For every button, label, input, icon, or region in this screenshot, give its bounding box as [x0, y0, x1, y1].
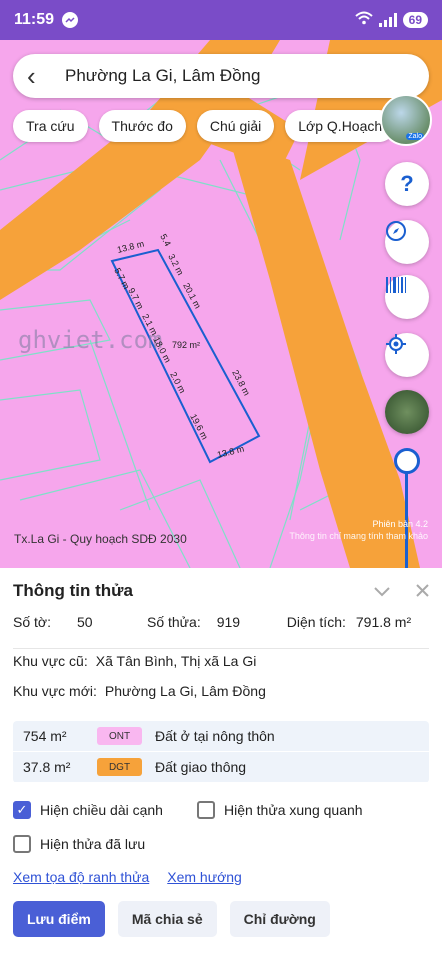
status-time: 11:59 — [14, 11, 55, 28]
so-to-label: Số tờ: — [13, 614, 51, 630]
dien-tich-value: 791.8 m² — [355, 614, 412, 630]
signal-icon — [378, 13, 397, 27]
satellite-layer-button[interactable] — [385, 390, 429, 434]
checkbox-box — [196, 801, 215, 819]
search-title: Phường La Gi, Lâm Đồng — [65, 66, 261, 85]
opacity-slider-knob[interactable] — [394, 448, 420, 474]
landuse-code-badge: DGT — [97, 758, 142, 776]
save-point-button[interactable]: Lưu điểm — [13, 901, 105, 937]
share-code-button[interactable]: Mã chia sẻ — [117, 901, 217, 937]
map-view[interactable]: ghviet.com 13.8 m 5.4 3.2 m 20.1 m 23.8 … — [0, 40, 442, 568]
version-info: Phiên bản 4.2 Thông tin chỉ mang tính th… — [289, 518, 428, 542]
close-icon[interactable] — [416, 581, 429, 602]
compass-icon — [386, 221, 406, 241]
landuse-area: 754 m² — [23, 728, 67, 744]
landuse-area: 37.8 m² — [23, 759, 71, 775]
panel-title: Thông tin thửa — [13, 581, 133, 600]
messenger-icon — [62, 12, 79, 28]
version-label: Phiên bản 4.2 — [372, 519, 428, 529]
wifi-icon — [354, 11, 373, 30]
landuse-desc: Đất ở tại nông thôn — [155, 728, 275, 744]
show-saved-checkbox[interactable]: Hiện thửa đã lưu — [13, 835, 145, 853]
barcode-icon — [386, 277, 406, 293]
map-watermark: ghviet.com — [18, 326, 163, 354]
divider — [13, 648, 429, 649]
dim-label: 13.8 m — [216, 444, 245, 460]
dim-label: 20.1 m — [181, 281, 203, 310]
compass-button[interactable] — [385, 220, 429, 264]
zalo-badge: Zalo — [406, 133, 424, 140]
kv-cu-value: Xã Tân Bình, Thị xã La Gi — [95, 653, 257, 669]
show-saved-label: Hiện thửa đã lưu — [40, 836, 146, 852]
selected-parcel[interactable] — [110, 248, 261, 464]
view-direction-link[interactable]: Xem hướng — [167, 869, 242, 885]
locate-button[interactable] — [385, 333, 429, 377]
area-label: 792 m² — [172, 340, 200, 350]
show-edges-checkbox[interactable]: ✓ Hiện chiều dài cạnh — [13, 801, 163, 819]
avatar[interactable]: Zalo — [380, 94, 432, 146]
parcel-info-panel: Thông tin thửa Số tờ: 50 Số thửa: 919 Di… — [0, 568, 442, 960]
so-thua-label: Số thửa: — [146, 614, 201, 630]
landuse-code-badge: ONT — [97, 727, 142, 745]
chip-chu-giai[interactable]: Chú giải — [196, 110, 275, 142]
show-edges-label: Hiện chiều dài cạnh — [40, 802, 163, 818]
checkmark-icon: ✓ — [13, 801, 31, 819]
kv-moi-value: Phường La Gi, Lâm Đồng — [104, 683, 266, 699]
chip-tra-cuu[interactable]: Tra cứu — [13, 110, 88, 142]
help-button[interactable]: ? — [385, 162, 429, 206]
barcode-button[interactable] — [385, 275, 429, 319]
opacity-slider-track[interactable] — [405, 460, 408, 568]
dim-label: 3.2 m — [166, 252, 185, 277]
directions-button[interactable]: Chỉ đường — [229, 901, 330, 937]
kv-moi-label: Khu vực mới: — [13, 683, 97, 699]
dim-label: 13.8 m — [116, 239, 145, 255]
landuse-table: 754 m² ONT Đất ở tại nông thôn 37.8 m² D… — [13, 721, 429, 783]
new-area-row: Khu vực mới: Phường La Gi, Lâm Đồng — [0, 683, 442, 713]
dim-label: 19.6 m — [188, 412, 210, 441]
search-bar[interactable]: ‹ Phường La Gi, Lâm Đồng — [13, 54, 429, 98]
dim-label: 5.4 — [158, 232, 173, 248]
parcel-id-row: Số tờ: 50 Số thửa: 919 Diện tích: 791.8 … — [0, 614, 442, 644]
so-to-value: 50 — [76, 614, 93, 630]
landuse-row: 754 m² ONT Đất ở tại nông thôn — [13, 721, 429, 752]
disclaimer-label: Thông tin chỉ mang tính tham khảo — [289, 531, 428, 541]
chip-row: Tra cứu Thước đo Chú giải Lớp Q.Hoạch — [13, 110, 396, 142]
back-arrow-icon[interactable]: ‹ — [27, 63, 57, 89]
kv-cu-label: Khu vực cũ: — [13, 653, 88, 669]
battery-badge: 69 — [402, 12, 428, 28]
chevron-down-icon[interactable] — [372, 581, 392, 602]
dim-label: 23.8 m — [230, 368, 252, 397]
status-bar: 11:59 69 — [0, 0, 442, 40]
help-icon: ? — [400, 171, 414, 196]
chip-lop-quy-hoach[interactable]: Lớp Q.Hoạch — [285, 110, 396, 142]
chip-thuoc-do[interactable]: Thước đo — [98, 110, 186, 142]
dim-label: 9.7 m — [126, 286, 145, 311]
landuse-desc: Đất giao thông — [155, 759, 247, 775]
checkbox-box — [13, 835, 31, 853]
layer-label: Tx.La Gi - Quy hoạch SDĐ 2030 — [14, 532, 187, 546]
show-surrounding-checkbox[interactable]: Hiện thửa xung quanh — [196, 801, 363, 819]
so-thua-value: 919 — [216, 614, 241, 630]
crosshair-icon — [386, 334, 406, 354]
old-area-row: Khu vực cũ: Xã Tân Bình, Thị xã La Gi — [0, 653, 442, 683]
landuse-row: 37.8 m² DGT Đất giao thông — [13, 752, 429, 783]
view-coordinates-link[interactable]: Xem tọa độ ranh thửa — [13, 869, 149, 885]
dim-label: 5.7 m — [112, 266, 131, 291]
show-surrounding-label: Hiện thửa xung quanh — [223, 802, 363, 818]
dien-tich-label: Diện tích: — [286, 614, 346, 630]
